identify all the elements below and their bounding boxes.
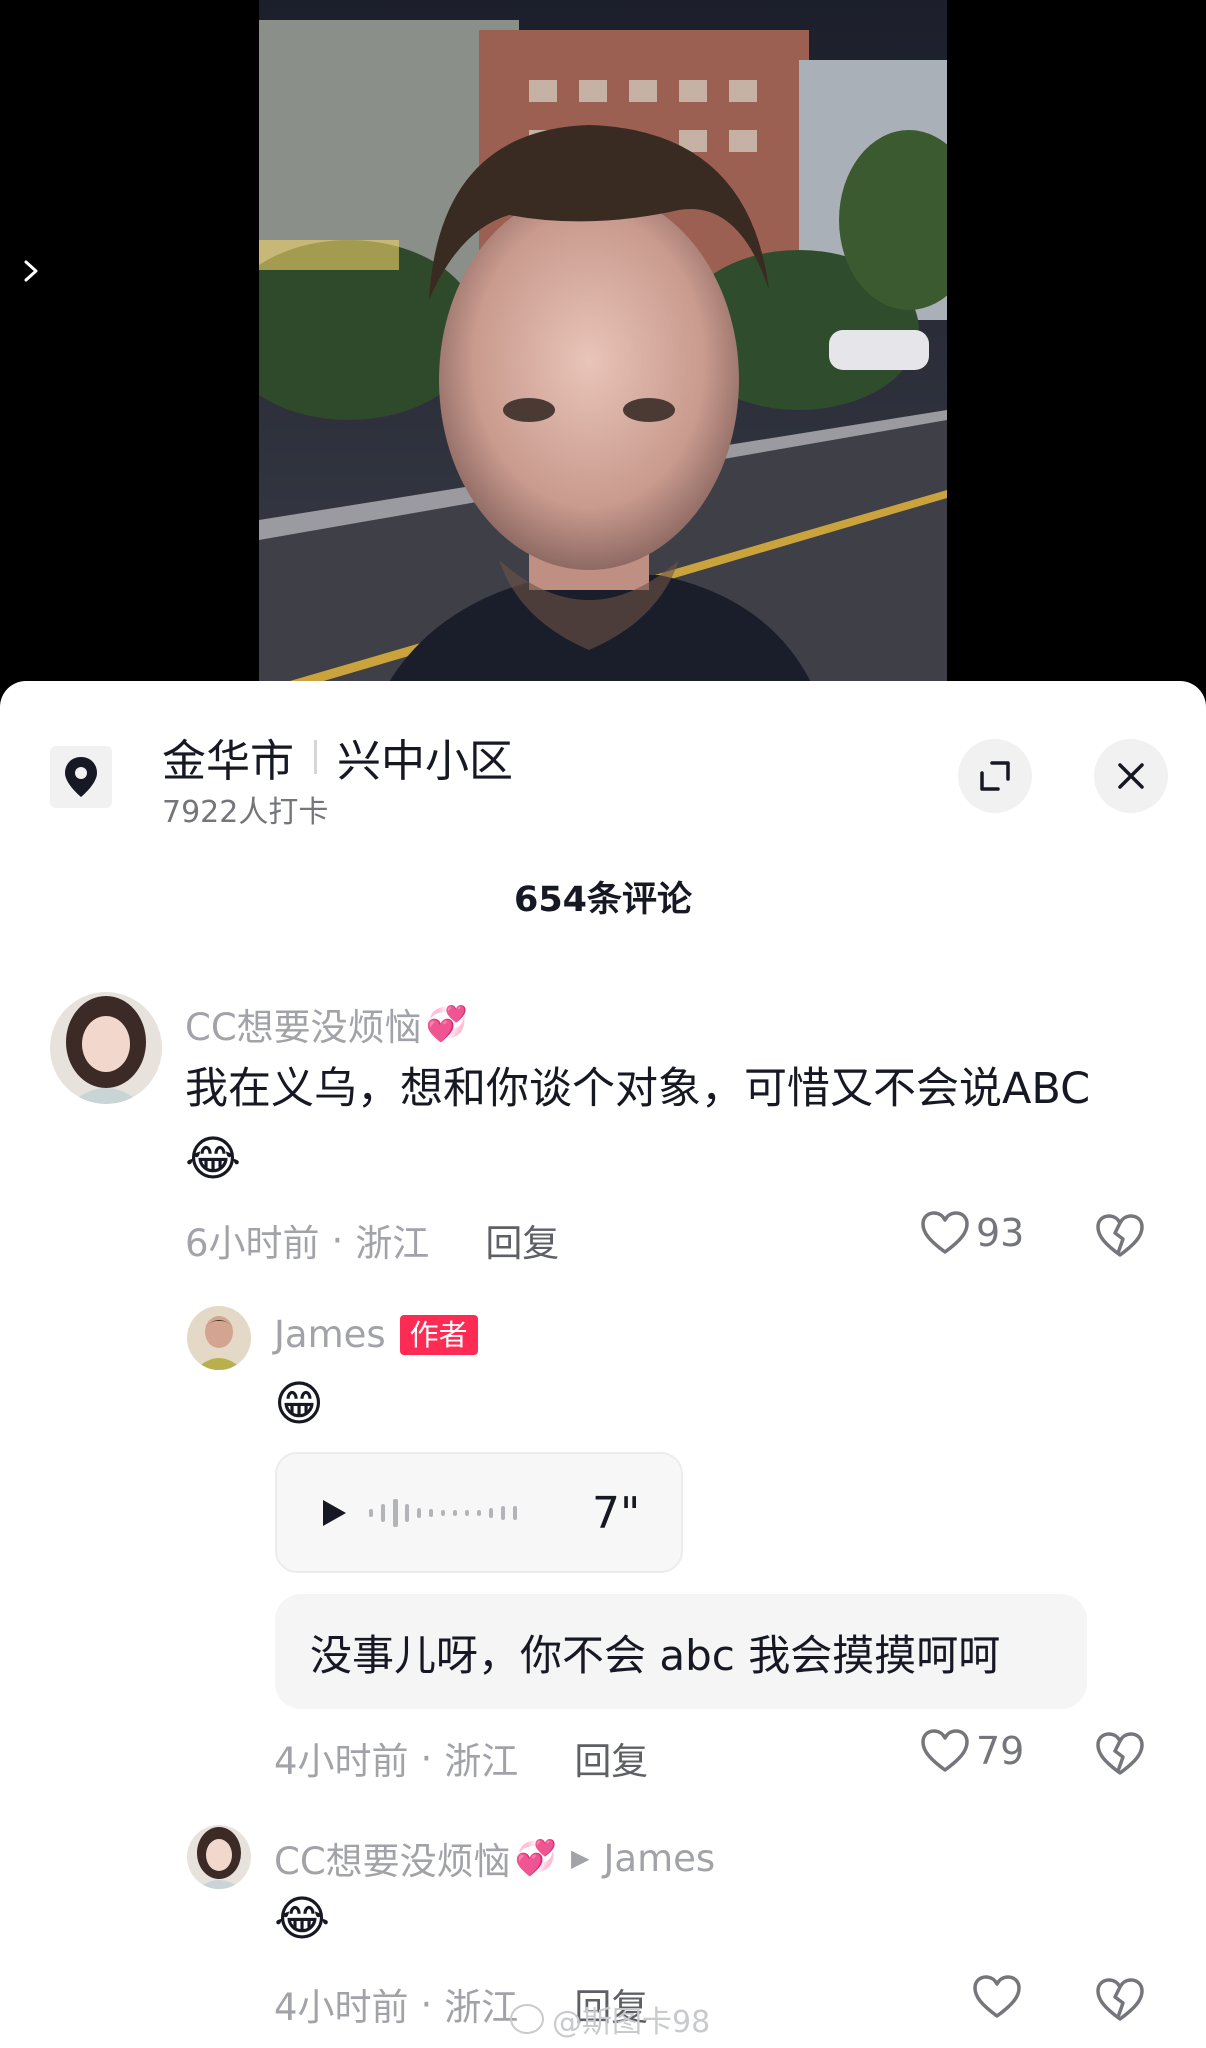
- broken-heart-icon[interactable]: [1094, 1731, 1146, 1777]
- like-button[interactable]: 93: [920, 1210, 1024, 1256]
- avatar[interactable]: [50, 992, 162, 1104]
- reply-button[interactable]: 回复: [485, 1213, 559, 1267]
- grinning-emoji: 😁: [274, 1376, 325, 1432]
- reply-username[interactable]: James 作者: [274, 1313, 478, 1356]
- avatar[interactable]: [187, 1825, 251, 1889]
- comment-time: 6小时前: [185, 1222, 320, 1265]
- close-icon: [1118, 763, 1144, 789]
- like-button[interactable]: 79: [920, 1728, 1024, 1774]
- reply-to-username[interactable]: James: [603, 1837, 715, 1880]
- location-divider: [314, 740, 317, 774]
- voice-duration: 7": [592, 1488, 641, 1539]
- location-pin-icon: [50, 746, 112, 808]
- heart-icon: [921, 1211, 969, 1254]
- broken-heart-icon[interactable]: [1094, 1213, 1146, 1259]
- reply-meta: 4小时前 · 浙江 回复: [274, 1731, 648, 1785]
- waveform-icon: [369, 1498, 517, 1527]
- laughing-emoji: 😂: [185, 1131, 242, 1187]
- reply-text-bubble: 没事儿呀，你不会 abc 我会摸摸呵呵: [275, 1594, 1087, 1709]
- video-area[interactable]: [0, 0, 1206, 700]
- play-icon[interactable]: [319, 1497, 349, 1529]
- weibo-logo-icon: [510, 2004, 544, 2034]
- broken-heart-icon[interactable]: [1094, 1977, 1146, 2023]
- comment-meta: 6小时前 · 浙江 回复: [185, 1213, 559, 1267]
- close-button[interactable]: [1094, 739, 1168, 813]
- location-place: 兴中小区: [337, 736, 513, 787]
- heart-icon: [921, 1729, 969, 1772]
- like-count: 79: [976, 1729, 1025, 1773]
- reply-button[interactable]: 回复: [574, 1731, 648, 1785]
- reply-region: 浙江: [444, 1740, 519, 1783]
- reply-arrow-icon: ▶: [571, 1844, 590, 1872]
- expand-icon: [980, 761, 1010, 791]
- comment-username[interactable]: CC想要没烦恼 💞: [185, 997, 468, 1051]
- reply-time: 4小时前: [274, 1986, 409, 2029]
- location-city: 金华市: [162, 736, 294, 787]
- comment-text: 我在义乌，想和你谈个对象，可惜又不会说ABC: [185, 1064, 1091, 1114]
- chevron-right-icon[interactable]: [18, 256, 44, 286]
- watermark: @斯图卡98: [510, 1997, 710, 2041]
- avatar[interactable]: [187, 1306, 251, 1370]
- comment-region: 浙江: [355, 1222, 430, 1265]
- comment-count-title: 654条评论: [513, 880, 693, 920]
- laughing-emoji: 😂: [274, 1891, 331, 1947]
- checkin-count: 7922人打卡: [162, 795, 329, 830]
- expand-button[interactable]: [958, 739, 1032, 813]
- heart-emoji: 💞: [425, 1004, 469, 1044]
- heart-icon[interactable]: [972, 1974, 1022, 2020]
- heart-emoji: 💞: [514, 1838, 558, 1878]
- video-frame[interactable]: [259, 0, 947, 700]
- comment-sheet: 金华市 兴中小区 7922人打卡 654条评论 CC想要没烦恼 💞 我在义乌，想…: [0, 681, 1206, 2048]
- reply-username[interactable]: CC想要没烦恼 💞 ▶ James: [274, 1831, 715, 1885]
- reply-text: 没事儿呀，你不会 abc 我会摸摸呵呵: [310, 1631, 1001, 1680]
- location-title[interactable]: 金华市 兴中小区: [162, 725, 513, 789]
- voice-message[interactable]: 7": [275, 1452, 683, 1573]
- like-count: 93: [976, 1211, 1025, 1255]
- location-header[interactable]: 金华市 兴中小区 7922人打卡: [0, 681, 1206, 841]
- video-thumbnail: [259, 0, 947, 700]
- reply-region: 浙江: [444, 1986, 519, 2029]
- reply-time: 4小时前: [274, 1740, 409, 1783]
- author-badge: 作者: [399, 1314, 478, 1355]
